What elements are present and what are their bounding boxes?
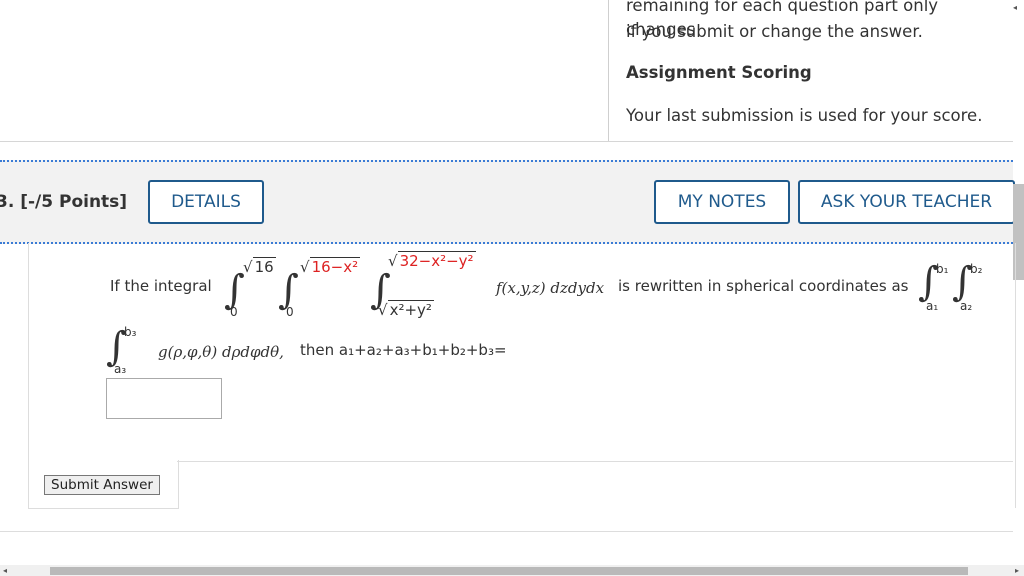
divider bbox=[0, 141, 1013, 142]
upper-limit-b3: b₃ bbox=[124, 325, 137, 339]
divider bbox=[177, 461, 1013, 462]
info-text-line2: if you submit or change the answer. bbox=[626, 22, 923, 41]
upper-limit-b1: b₁ bbox=[936, 262, 949, 276]
answer-input[interactable] bbox=[106, 378, 222, 419]
upper-limit-1: √ 16 bbox=[243, 257, 276, 276]
integral-sign: ∫ bbox=[224, 267, 245, 313]
horizontal-scrollbar[interactable]: ◂ ▸ bbox=[0, 565, 1024, 576]
problem-intro: If the integral bbox=[110, 277, 212, 295]
horizontal-scrollbar-thumb[interactable] bbox=[50, 567, 968, 575]
upper-limit-b2: b₂ bbox=[970, 262, 983, 276]
lower-limit-3: √ x²+y² bbox=[378, 300, 434, 319]
divider bbox=[608, 0, 609, 142]
lower-limit-1: 0 bbox=[230, 305, 238, 319]
details-button[interactable]: DETAILS bbox=[148, 180, 264, 224]
scroll-up-icon[interactable]: ◂ bbox=[1013, 3, 1017, 12]
then-expression: then a₁+a₂+a₃+b₁+b₂+b₃= bbox=[300, 341, 507, 359]
g-expression: g(ρ,φ,θ) dρdφdθ, bbox=[158, 343, 284, 361]
lower-limit-a1: a₁ bbox=[926, 299, 939, 313]
submit-answer-button[interactable]: Submit Answer bbox=[44, 475, 160, 495]
my-notes-button[interactable]: MY NOTES bbox=[654, 180, 790, 224]
assignment-scoring-text: Your last submission is used for your sc… bbox=[626, 106, 983, 125]
lower-limit-a2: a₂ bbox=[960, 299, 973, 313]
upper-limit-2: √ 16−x² bbox=[300, 257, 361, 276]
scroll-right-icon[interactable]: ▸ bbox=[1015, 565, 1019, 576]
integral-sign: ∫ bbox=[278, 267, 299, 313]
question-header: 3. [-/5 Points] DETAILS MY NOTES ASK YOU… bbox=[0, 160, 1015, 244]
lower-limit-a3: a₃ bbox=[114, 362, 127, 376]
integrand: f(x,y,z) dzdydx bbox=[496, 279, 605, 297]
question-number: 3. [-/5 Points] bbox=[0, 192, 128, 212]
info-panel: remaining for each question part only ch… bbox=[0, 0, 1017, 142]
divider bbox=[0, 531, 1013, 532]
ask-teacher-button[interactable]: ASK YOUR TEACHER bbox=[798, 180, 1015, 224]
rewrite-text: is rewritten in spherical coordinates as bbox=[618, 277, 909, 295]
scroll-left-icon[interactable]: ◂ bbox=[3, 565, 7, 576]
lower-limit-2: 0 bbox=[286, 305, 294, 319]
upper-limit-3: √ 32−x²−y² bbox=[388, 251, 476, 270]
assignment-scoring-heading: Assignment Scoring bbox=[626, 63, 812, 82]
submit-area: Submit Answer bbox=[28, 460, 179, 509]
